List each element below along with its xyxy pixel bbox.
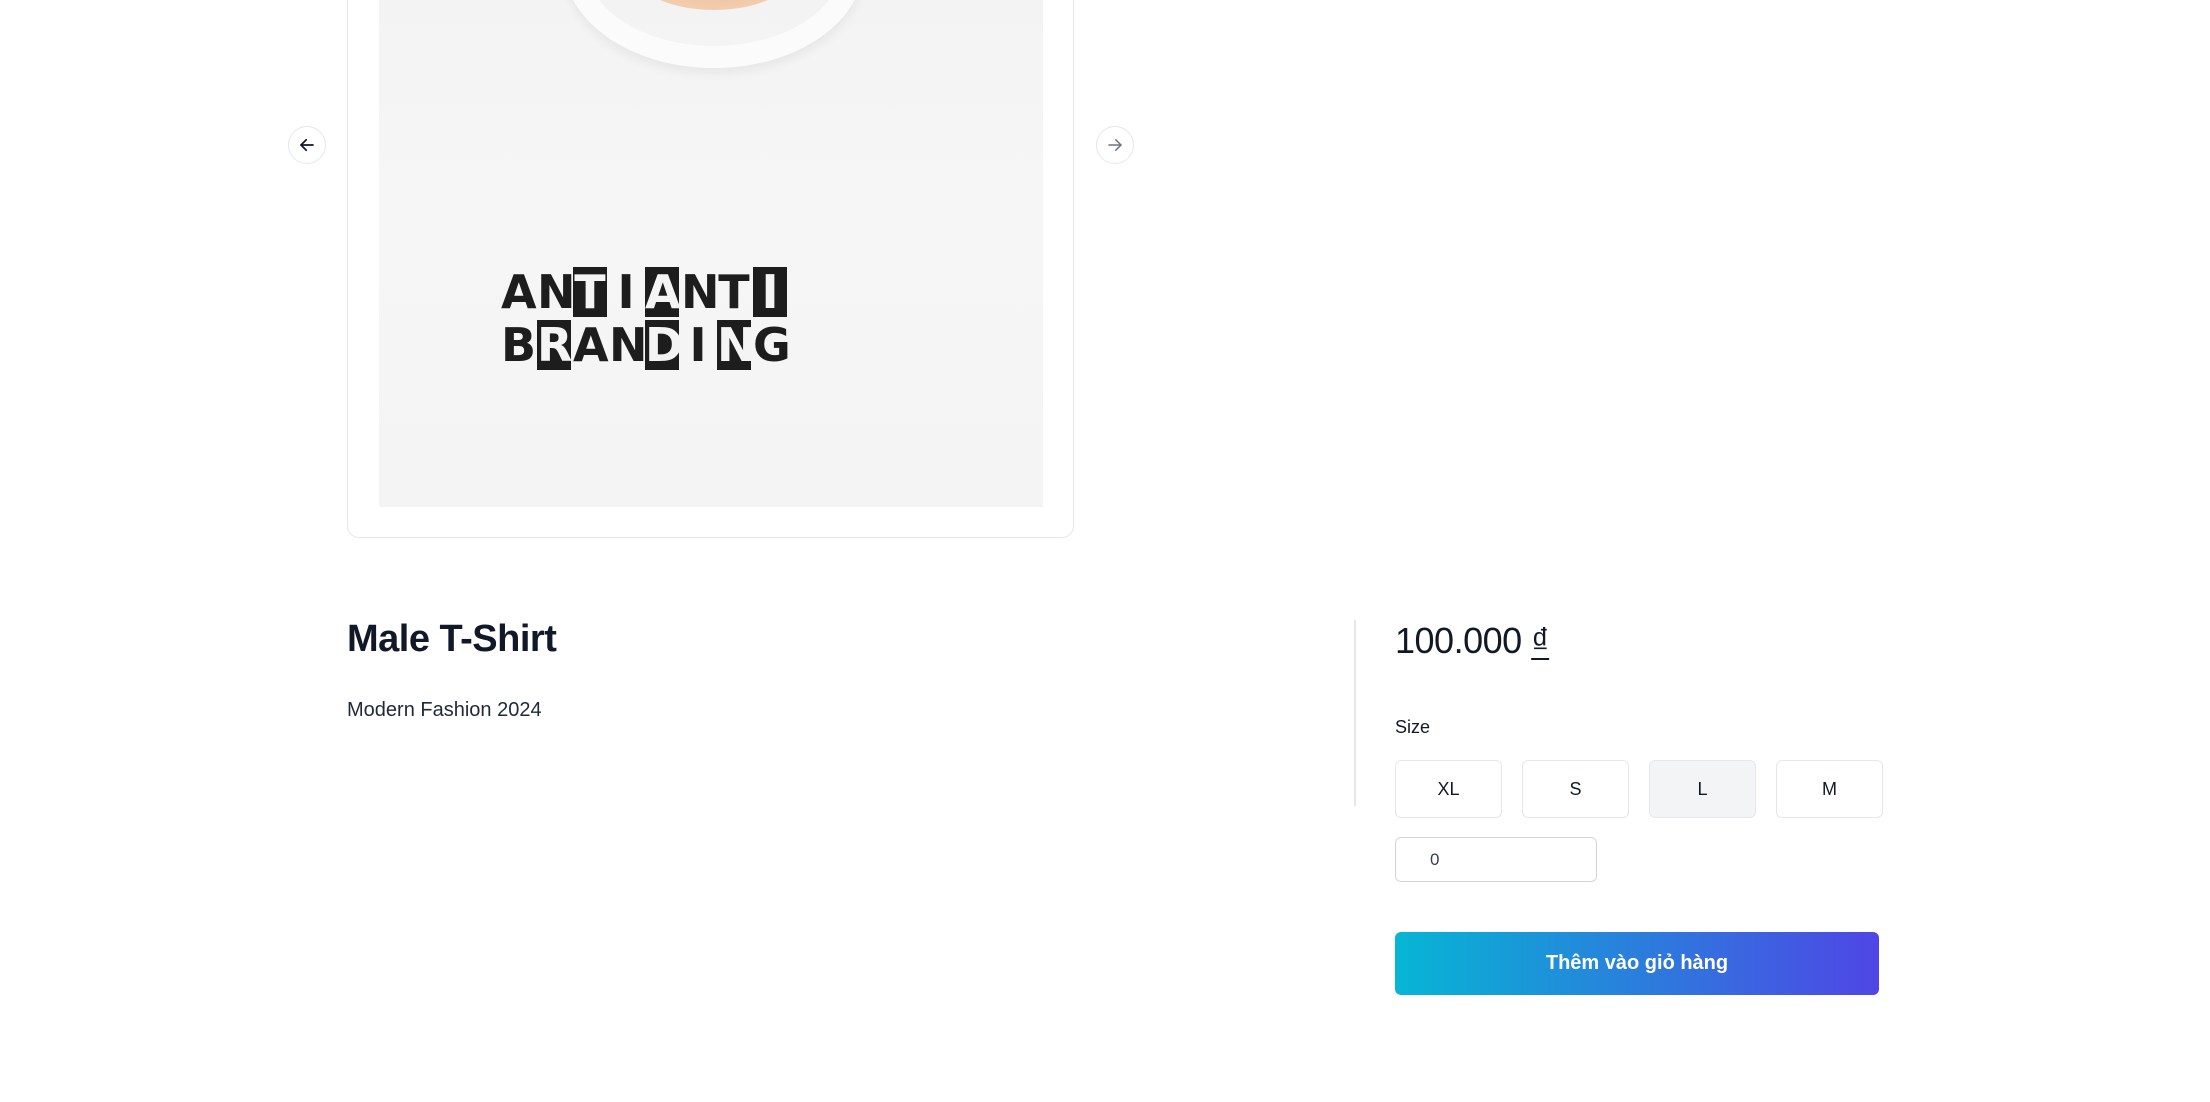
size-option-xl[interactable]: XL [1395,760,1502,818]
print-letter: N [681,265,720,319]
print-letter: I [689,318,707,372]
shirt-print: A N T I A N T I B R A N D I N G [501,267,967,373]
product-title: Male T-Shirt [347,618,557,660]
print-letter: I [617,265,635,319]
print-letter: G [753,318,791,372]
arrow-right-icon [1108,139,1122,151]
size-option-l[interactable]: L [1649,760,1756,818]
print-letter: B [501,318,537,372]
size-option-m[interactable]: M [1776,760,1883,818]
product-image: A N T I A N T I B R A N D I N G [379,0,1043,507]
shirt-collar [564,0,864,68]
print-letter: N [537,265,576,319]
print-letter: T [573,265,607,319]
carousel-prev-button[interactable] [288,126,326,164]
shirt-print-line-1: A N T I A N T I [501,267,967,317]
print-letter: A [573,318,609,372]
carousel-next-button[interactable] [1096,126,1134,164]
print-letter: A [501,265,537,319]
add-to-cart-button[interactable]: Thêm vào giỏ hàng [1395,932,1879,995]
product-description: Modern Fashion 2024 [347,699,542,721]
shirt-print-line-2: B R A N D I N G [501,320,967,370]
product-price: 100.000 ₫ [1395,620,1550,662]
vertical-divider [1354,620,1356,806]
product-detail-page: A N T I A N T I B R A N D I N G Male T-S… [0,0,2210,1102]
print-letter: T [718,265,750,319]
size-label: Size [1395,717,1431,737]
product-image-carousel: A N T I A N T I B R A N D I N G [347,0,1074,538]
print-letter: A [645,265,681,319]
print-letter: N [717,318,756,372]
quantity-input[interactable] [1395,837,1597,882]
arrow-left-icon [300,138,314,152]
print-letter: N [609,318,648,372]
print-letter: R [537,318,573,372]
size-option-s[interactable]: S [1522,760,1629,818]
print-letter: D [645,318,684,372]
price-amount: 100.000 [1395,620,1522,661]
print-letter: I [753,267,787,317]
size-options: XL S L M [1395,760,1883,818]
price-currency: ₫ [1531,620,1550,661]
